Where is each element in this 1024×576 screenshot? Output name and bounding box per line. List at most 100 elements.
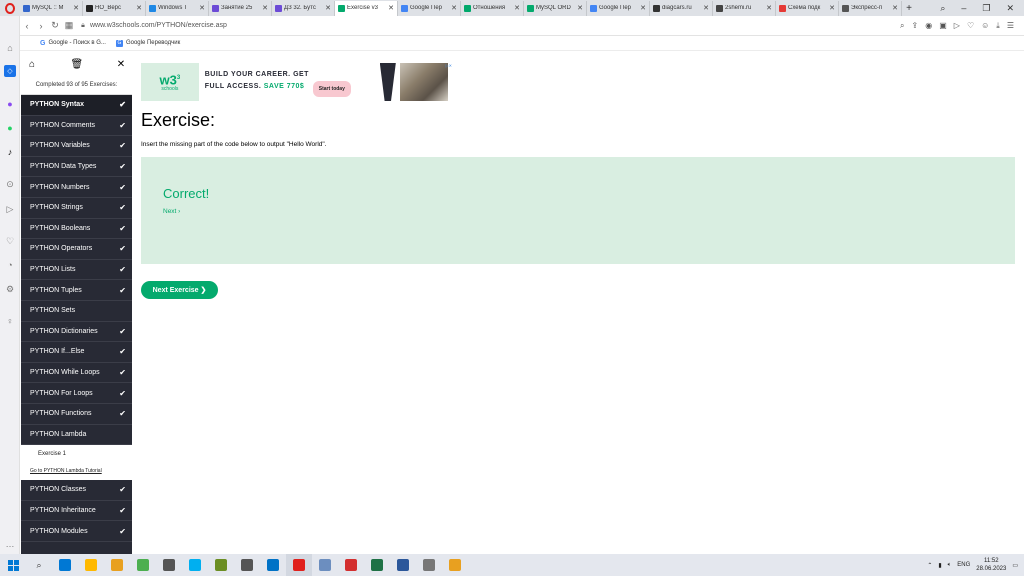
search-icon[interactable]: ⌕ <box>26 554 52 576</box>
home-icon[interactable]: ⌂ <box>26 59 38 70</box>
taskbar-app-icon[interactable] <box>442 554 468 576</box>
send-icon[interactable]: ▷ <box>4 203 16 215</box>
browser-tab[interactable]: Схема подк ✕ <box>776 0 839 16</box>
volume-icon[interactable]: 🔈︎ <box>948 562 952 569</box>
browser-tab[interactable]: Google Пер ✕ <box>398 0 461 16</box>
sidebar-category[interactable]: PYTHON Tuples ✔ <box>21 280 132 301</box>
close-tab-icon[interactable]: ✕ <box>451 4 457 12</box>
bookmark-heart-icon[interactable]: ♡ <box>967 21 974 31</box>
ad-banner[interactable]: w33 schools BUILD YOUR CAREER. GET FULL … <box>141 63 452 101</box>
sidebar-category[interactable]: PYTHON Data Types ✔ <box>21 157 132 178</box>
close-tab-icon[interactable]: ✕ <box>514 4 520 12</box>
settings-icon[interactable]: ⚙ <box>4 283 16 295</box>
whatsapp-icon[interactable]: ● <box>4 122 16 134</box>
ad-choices-icon[interactable]: ▷✕ <box>446 63 452 68</box>
close-tab-icon[interactable]: ✕ <box>73 4 79 12</box>
url-field[interactable]: www.w3schools.com/PYTHON/exercise.asp <box>90 22 227 29</box>
home-icon[interactable]: ⌂ <box>4 42 16 54</box>
browser-tab[interactable]: MySQL :: M ✕ <box>20 0 83 16</box>
clock[interactable]: 11:52 28.06.2023 <box>976 557 1006 573</box>
sidebar-category[interactable]: PYTHON Comments ✔ <box>21 116 132 137</box>
lock-icon[interactable]: 🔒︎ <box>76 22 90 30</box>
close-window-icon[interactable]: ✕ <box>1006 3 1014 14</box>
search-icon[interactable]: ⌕ <box>900 21 904 31</box>
goto-lambda-tutorial-link[interactable]: Go to PYTHON Lambda Tutorial <box>30 463 132 479</box>
taskbar-app-icon[interactable] <box>390 554 416 576</box>
close-icon[interactable]: ✕ <box>115 59 127 70</box>
notifications-icon[interactable]: ▭ <box>1012 562 1018 569</box>
reload-icon[interactable]: ↻ <box>48 20 62 31</box>
trash-icon[interactable]: 🗑︎ <box>71 59 84 70</box>
more-icon[interactable]: … <box>4 538 16 550</box>
close-tab-icon[interactable]: ✕ <box>766 4 772 12</box>
network-icon[interactable]: ▮ <box>938 562 941 569</box>
lang-indicator[interactable]: ENG <box>957 562 970 568</box>
share-icon[interactable]: ⇪ <box>912 21 919 31</box>
browser-tab[interactable]: Отношения ✕ <box>461 0 524 16</box>
sidebar-category[interactable]: PYTHON Modules ✔ <box>21 521 132 542</box>
sidebar-category[interactable]: PYTHON Numbers ✔ <box>21 177 132 198</box>
bookmarks-heart-icon[interactable]: ♡ <box>4 235 16 247</box>
next-link[interactable]: Next › <box>163 208 180 215</box>
close-tab-icon[interactable]: ✕ <box>640 4 646 12</box>
taskbar-app-icon[interactable] <box>286 554 312 576</box>
taskbar-app-icon[interactable] <box>182 554 208 576</box>
taskbar-app-icon[interactable] <box>260 554 286 576</box>
taskbar-app-icon[interactable] <box>130 554 156 576</box>
close-tab-icon[interactable]: ✕ <box>325 4 331 12</box>
taskbar-app-icon[interactable] <box>52 554 78 576</box>
browser-tab[interactable]: HO_Верс ✕ <box>83 0 146 16</box>
taskbar-app-icon[interactable] <box>364 554 390 576</box>
browser-tab[interactable]: diagcars.ru ✕ <box>650 0 713 16</box>
sidebar-category[interactable]: PYTHON Sets <box>21 301 132 322</box>
taskbar-app-icon[interactable] <box>312 554 338 576</box>
speed-dial-icon[interactable]: ◇ <box>4 65 16 77</box>
browser-tab[interactable]: 2shemi.ru ✕ <box>713 0 776 16</box>
opera-menu-icon[interactable] <box>0 0 20 16</box>
close-tab-icon[interactable]: ✕ <box>892 4 898 12</box>
start-today-button[interactable]: Start today <box>312 81 351 97</box>
exercise-1-link[interactable]: Exercise 1 <box>30 445 132 463</box>
sidebar-category[interactable]: PYTHON Classes ✔ <box>21 480 132 501</box>
close-tab-icon[interactable]: ✕ <box>577 4 583 12</box>
forward-icon[interactable]: › <box>34 21 48 31</box>
close-tab-icon[interactable]: ✕ <box>388 4 394 12</box>
sidebar-category[interactable]: PYTHON Functions ✔ <box>21 404 132 425</box>
sidebar-category[interactable]: PYTHON Syntax ✔ <box>21 95 132 116</box>
tips-icon[interactable]: ♀ <box>4 315 16 327</box>
search-tabs-icon[interactable]: ⌕ <box>940 3 945 14</box>
new-tab-button[interactable]: + <box>902 3 916 14</box>
browser-tab[interactable]: Windows T ✕ <box>146 0 209 16</box>
sidebar-category[interactable]: PYTHON Variables ✔ <box>21 136 132 157</box>
taskbar-app-icon[interactable] <box>416 554 442 576</box>
bookmark-google-translate[interactable]: G Google Переводчик <box>115 39 180 47</box>
close-tab-icon[interactable]: ✕ <box>829 4 835 12</box>
extensions-icon[interactable]: ▣ <box>939 21 947 31</box>
bookmark-google-search[interactable]: G Google - Поиск в G... <box>40 40 106 47</box>
restore-icon[interactable]: ❐ <box>982 3 990 14</box>
sidebar-category[interactable]: PYTHON Strings ✔ <box>21 198 132 219</box>
close-tab-icon[interactable]: ✕ <box>262 4 268 12</box>
snapshot-icon[interactable]: ◉ <box>925 21 932 31</box>
tabs-grid-icon[interactable]: ▦ <box>62 20 76 31</box>
taskbar-app-icon[interactable] <box>78 554 104 576</box>
player-icon[interactable]: ▷ <box>954 21 960 31</box>
browser-tab[interactable]: ДЗ 32. Бутс ✕ <box>272 0 335 16</box>
taskbar-app-icon[interactable] <box>234 554 260 576</box>
messenger-icon[interactable]: ● <box>4 98 16 110</box>
profile-icon[interactable]: ☺ <box>981 21 989 31</box>
browser-tab[interactable]: Экспресс-п ✕ <box>839 0 902 16</box>
sidebar-category[interactable]: PYTHON Inheritance ✔ <box>21 501 132 522</box>
taskbar-app-icon[interactable] <box>208 554 234 576</box>
browser-tab[interactable]: Exercise v3 ✕ <box>335 0 398 16</box>
sidebar-category[interactable]: PYTHON If...Else ✔ <box>21 342 132 363</box>
close-tab-icon[interactable]: ✕ <box>136 4 142 12</box>
browser-tab[interactable]: MySQL ORD ✕ <box>524 0 587 16</box>
browser-tab[interactable]: Google Пер ✕ <box>587 0 650 16</box>
tiktok-icon[interactable]: ♪ <box>4 146 16 158</box>
player-sidebar-icon[interactable]: ⊙ <box>4 178 16 190</box>
sidebar-category[interactable]: PYTHON For Loops ✔ <box>21 383 132 404</box>
close-tab-icon[interactable]: ✕ <box>199 4 205 12</box>
history-icon[interactable]: ◔ <box>4 259 16 271</box>
close-tab-icon[interactable]: ✕ <box>703 4 709 12</box>
